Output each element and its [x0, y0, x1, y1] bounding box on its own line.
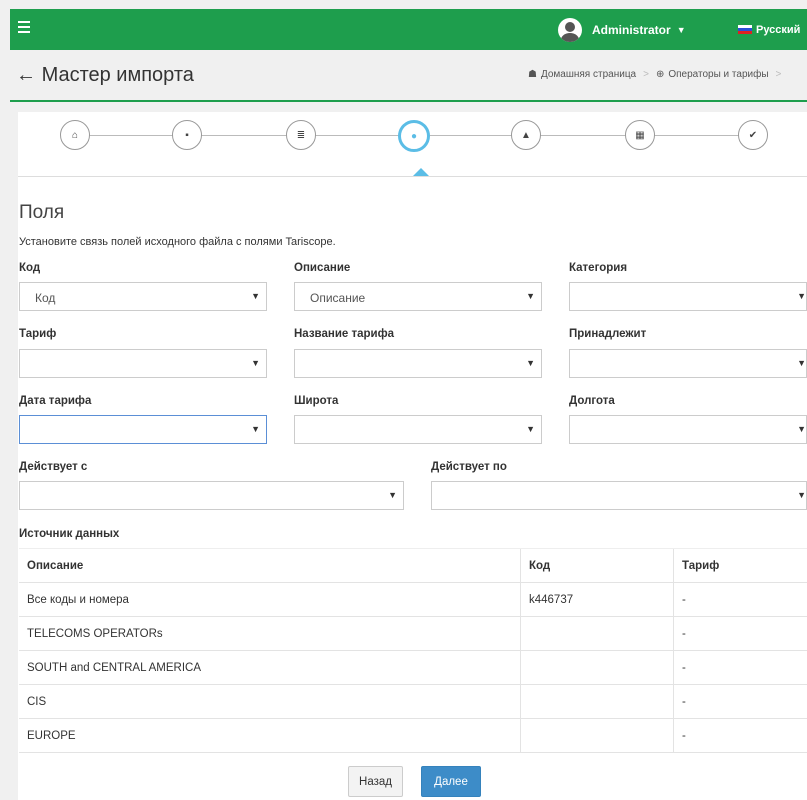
step-check-icon[interactable]: ✔ — [738, 120, 768, 150]
dropdown-arrow-icon: ▼ — [797, 291, 806, 301]
longitude-select[interactable]: ▼ — [569, 415, 807, 444]
latitude-label: Широта — [294, 395, 339, 407]
wizard-panel: ⌂ ▪ ≣ ● ▲ ▦ ✔ Поля Установите связь поле… — [18, 112, 807, 800]
code-label: Код — [19, 262, 41, 274]
dropdown-arrow-icon: ▼ — [526, 424, 535, 434]
breadcrumb-separator: > — [775, 69, 782, 80]
table-cell — [520, 684, 674, 719]
page-header: ← Мастер импорта ☗ Домашняя страница > ⊕… — [10, 50, 807, 102]
dropdown-arrow-icon: ▼ — [388, 490, 397, 500]
belongs-select[interactable]: ▼ — [569, 349, 807, 378]
valid-from-label: Действует с — [19, 461, 88, 473]
valid-from-select[interactable]: ▼ — [19, 481, 404, 510]
menu-toggle-icon[interactable] — [18, 21, 30, 37]
flag-ru-icon — [738, 24, 752, 35]
table-cell — [520, 616, 674, 651]
dropdown-arrow-icon: ▼ — [251, 358, 260, 368]
table-row[interactable]: TELECOMS OPERATORs - — [19, 616, 807, 651]
user-name: Administrator — [592, 22, 671, 37]
step-lock-icon[interactable]: ▲ — [511, 120, 541, 150]
data-source-label: Источник данных — [19, 528, 120, 540]
user-menu[interactable]: Administrator ▼ — [558, 9, 686, 50]
dropdown-arrow-icon: ▼ — [251, 291, 260, 301]
table-cell: EUROPE — [19, 718, 521, 753]
column-header[interactable]: Тариф — [673, 548, 807, 583]
category-select[interactable]: ▼ — [569, 282, 807, 311]
step-home-icon[interactable]: ⌂ — [60, 120, 90, 150]
table-cell — [520, 718, 674, 753]
table-cell: TELECOMS OPERATORs — [19, 616, 521, 651]
dropdown-arrow-icon: ▼ — [526, 358, 535, 368]
description-select[interactable]: Описание ▼ — [294, 282, 542, 311]
table-cell: SOUTH and CENTRAL AMERICA — [19, 650, 521, 685]
wizard-steps: ⌂ ▪ ≣ ● ▲ ▦ ✔ — [18, 112, 807, 177]
table-cell: - — [673, 718, 807, 753]
dropdown-arrow-icon: ▼ — [797, 490, 806, 500]
category-label: Категория — [569, 262, 628, 274]
tariff-name-label: Название тарифа — [294, 328, 395, 340]
step-file-icon[interactable]: ▪ — [172, 120, 202, 150]
step-calculator-icon[interactable]: ▦ — [625, 120, 655, 150]
page-title-text: Мастер импорта — [41, 64, 194, 86]
language-menu[interactable]: Русский ▼ — [738, 9, 807, 50]
tariff-date-label: Дата тарифа — [19, 395, 92, 407]
table-row[interactable]: Все коды и номера k446737- — [19, 582, 807, 617]
step-list-icon[interactable]: ≣ — [286, 120, 316, 150]
step-tag-icon[interactable]: ● — [398, 120, 430, 152]
section-subtitle: Установите связь полей исходного файла с… — [19, 236, 336, 248]
column-header[interactable]: Код — [520, 548, 674, 583]
tariff-select[interactable]: ▼ — [19, 349, 267, 378]
dropdown-arrow-icon: ▼ — [797, 424, 806, 434]
description-label: Описание — [294, 262, 351, 274]
table-cell: Все коды и номера — [19, 582, 521, 617]
table-cell: k446737 — [520, 582, 674, 617]
breadcrumb-separator: > — [643, 69, 649, 80]
description-select-value: Описание — [310, 291, 366, 305]
top-navbar: Administrator ▼ Русский ▼ — [10, 9, 807, 50]
breadcrumb-operators[interactable]: Операторы и тарифы — [668, 69, 768, 80]
dropdown-arrow-icon: ▼ — [251, 424, 260, 434]
next-button[interactable]: Далее — [421, 766, 481, 797]
column-header[interactable]: Описание — [19, 548, 521, 583]
tariff-label: Тариф — [19, 328, 57, 340]
table-cell — [520, 650, 674, 685]
table-cell: - — [673, 650, 807, 685]
breadcrumb-home[interactable]: Домашняя страница — [541, 69, 636, 80]
page-title: ← Мастер импорта — [16, 64, 194, 87]
table-header-row: Описание Код Тариф — [19, 548, 807, 583]
dropdown-arrow-icon: ▼ — [526, 291, 535, 301]
back-button[interactable]: Назад — [348, 766, 403, 797]
table-row[interactable]: CIS - — [19, 684, 807, 719]
code-select-value: Код — [35, 291, 56, 305]
belongs-label: Принадлежит — [569, 328, 647, 340]
valid-to-label: Действует по — [431, 461, 507, 473]
dropdown-arrow-icon: ▼ — [797, 358, 806, 368]
language-label: Русский — [756, 23, 801, 36]
active-step-pointer — [413, 168, 429, 176]
table-cell: - — [673, 582, 807, 617]
code-select[interactable]: Код ▼ — [19, 282, 267, 311]
table-row[interactable]: SOUTH and CENTRAL AMERICA - — [19, 650, 807, 685]
table-cell: - — [673, 684, 807, 719]
globe-icon: ⊕ — [655, 69, 665, 80]
avatar-icon — [558, 17, 582, 42]
latitude-select[interactable]: ▼ — [294, 415, 542, 444]
breadcrumb: ☗ Домашняя страница > ⊕ Операторы и тари… — [528, 69, 784, 80]
home-icon: ☗ — [528, 69, 537, 80]
caret-down-icon: ▼ — [676, 24, 686, 35]
tariff-date-select[interactable]: ▼ — [19, 415, 267, 444]
table-cell: CIS — [19, 684, 521, 719]
back-arrow-icon[interactable]: ← — [16, 64, 36, 86]
longitude-label: Долгота — [569, 395, 615, 407]
table-cell: - — [673, 616, 807, 651]
table-row[interactable]: EUROPE - — [19, 718, 807, 753]
tariff-name-select[interactable]: ▼ — [294, 349, 542, 378]
data-source-table: Описание Код Тариф Все коды и номера k446… — [19, 548, 807, 753]
valid-to-select[interactable]: ▼ — [431, 481, 807, 510]
section-title: Поля — [19, 202, 65, 223]
